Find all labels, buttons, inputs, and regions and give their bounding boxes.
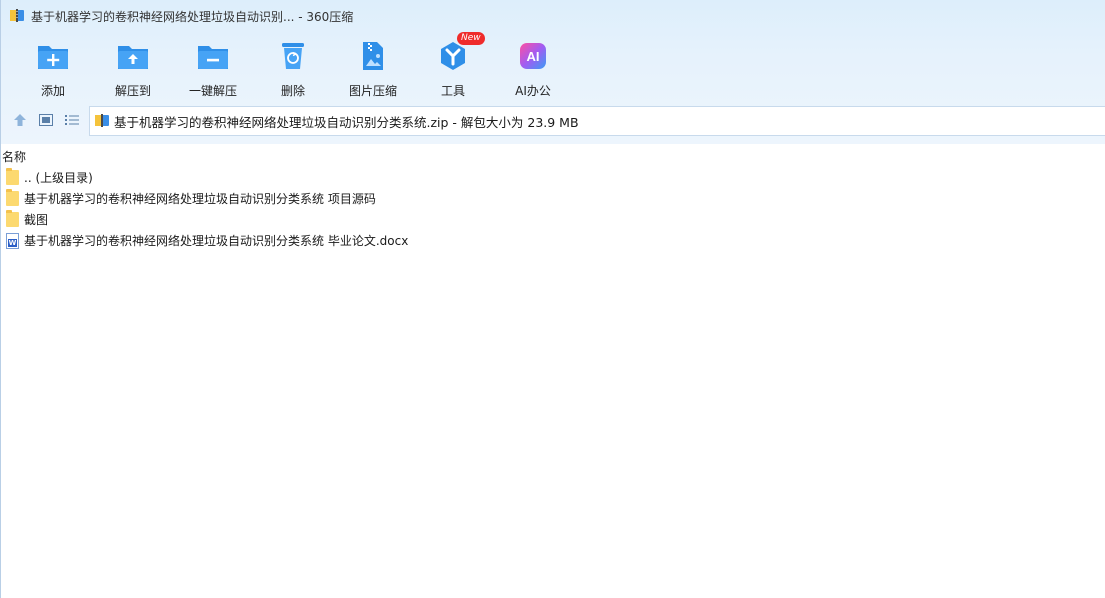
list-item-thesis-docx[interactable]: W 基于机器学习的卷积神经网络处理垃圾自动识别分类系统 毕业论文.docx xyxy=(1,230,1105,251)
folder-icon xyxy=(6,168,20,186)
word-document-icon: W xyxy=(6,232,20,249)
add-folder-icon xyxy=(36,39,70,73)
address-bar[interactable]: 基于机器学习的卷积神经网络处理垃圾自动识别分类系统.zip - 解包大小为 23… xyxy=(89,106,1105,136)
new-badge: New xyxy=(457,32,485,45)
one-click-extract-icon xyxy=(196,39,230,73)
folder-icon xyxy=(6,189,20,207)
toolbar: 添加 解压到 一键解压 删除 图片压缩 New 工具 AI AI办公 xyxy=(13,32,573,100)
list-item-screenshots-folder[interactable]: 截图 xyxy=(1,209,1105,230)
add-button[interactable]: 添加 xyxy=(13,36,93,100)
extract-to-button[interactable]: 解压到 xyxy=(93,36,173,100)
list-view-button[interactable] xyxy=(59,106,85,136)
ai-office-button[interactable]: AI AI办公 xyxy=(493,36,573,100)
zip-file-icon xyxy=(94,112,110,131)
column-header-name[interactable]: 名称 xyxy=(2,148,26,165)
title-bar: 基于机器学习的卷积神经网络处理垃圾自动识别... - 360压缩 xyxy=(1,0,1105,32)
one-click-extract-button[interactable]: 一键解压 xyxy=(173,36,253,100)
window-title: 基于机器学习的卷积神经网络处理垃圾自动识别... - 360压缩 xyxy=(31,9,354,24)
column-header: 名称 xyxy=(1,146,1105,164)
app-zip-icon xyxy=(9,7,25,26)
thumbnail-view-icon xyxy=(39,113,53,129)
top-chrome: 基于机器学习的卷积神经网络处理垃圾自动识别... - 360压缩 添加 解压到 … xyxy=(1,0,1105,144)
recycle-bin-icon xyxy=(276,39,310,73)
list-view-icon xyxy=(65,114,79,129)
tools-button[interactable]: New 工具 xyxy=(413,32,493,100)
address-path: 基于机器学习的卷积神经网络处理垃圾自动识别分类系统.zip - 解包大小为 23… xyxy=(114,114,579,130)
arrow-up-icon xyxy=(13,113,27,130)
svg-text:AI: AI xyxy=(527,49,540,64)
image-zip-icon xyxy=(356,39,390,73)
app-window: 基于机器学习的卷积神经网络处理垃圾自动识别... - 360压缩 添加 解压到 … xyxy=(0,0,1105,598)
list-item-source-folder[interactable]: 基于机器学习的卷积神经网络处理垃圾自动识别分类系统 项目源码 xyxy=(1,188,1105,209)
extract-to-folder-icon xyxy=(116,39,150,73)
file-list: .. (上级目录) 基于机器学习的卷积神经网络处理垃圾自动识别分类系统 项目源码… xyxy=(1,167,1105,251)
list-item-parent-dir[interactable]: .. (上级目录) xyxy=(1,167,1105,188)
up-level-button[interactable] xyxy=(7,106,33,136)
folder-icon xyxy=(6,210,20,228)
delete-button[interactable]: 删除 xyxy=(253,36,333,100)
thumbnail-view-button[interactable] xyxy=(33,106,59,136)
address-row: 基于机器学习的卷积神经网络处理垃圾自动识别分类系统.zip - 解包大小为 23… xyxy=(1,106,1105,136)
ai-office-icon: AI xyxy=(516,39,550,73)
image-compress-button[interactable]: 图片压缩 xyxy=(333,36,413,100)
